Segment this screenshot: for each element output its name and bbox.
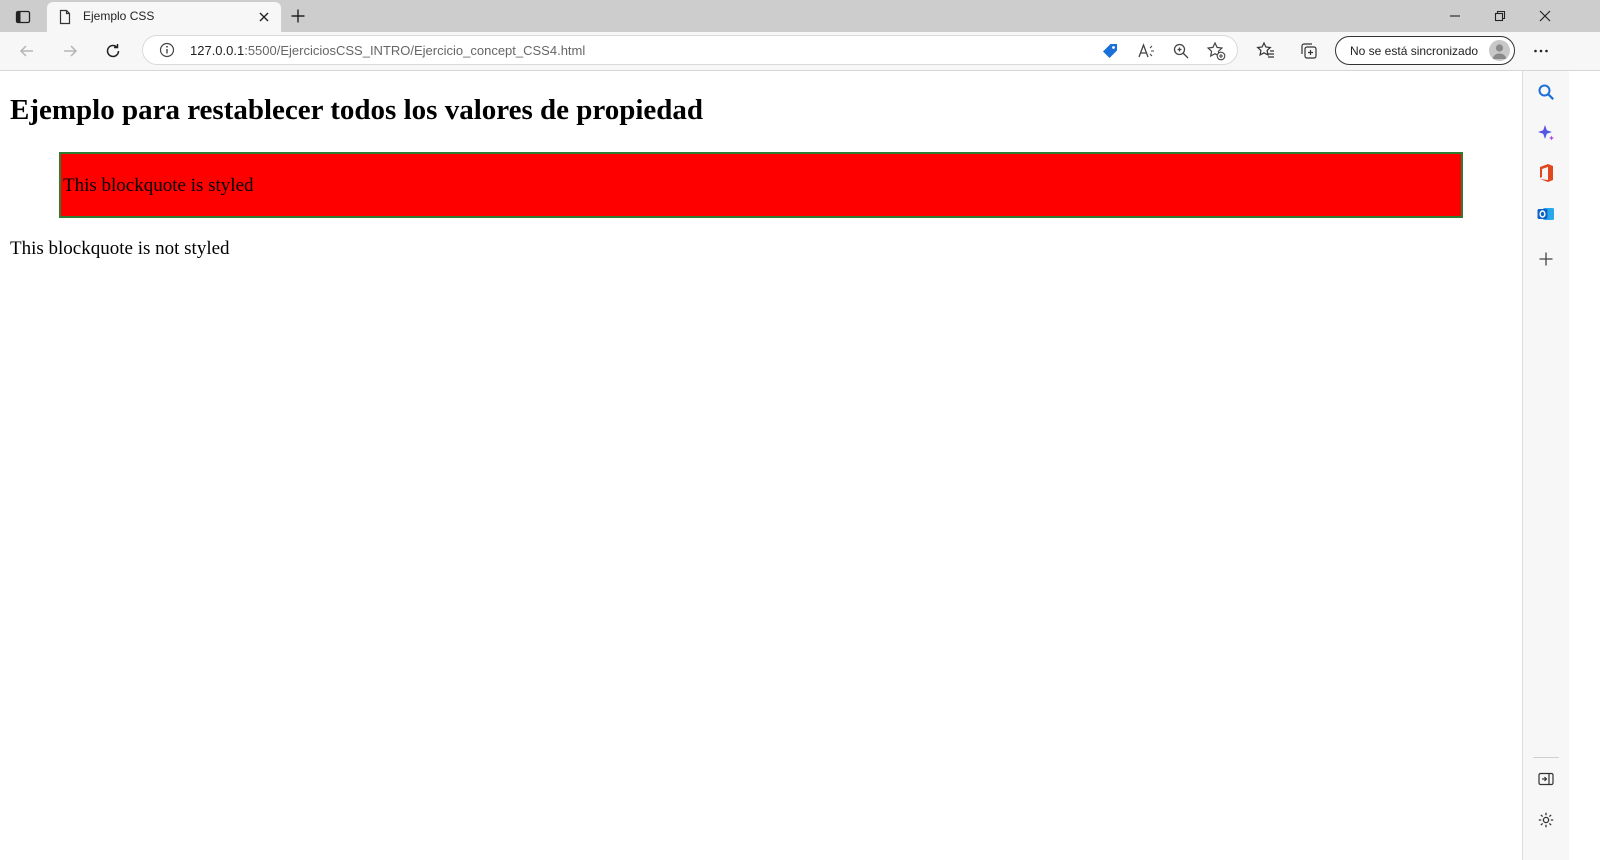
site-info-icon[interactable] (159, 42, 175, 58)
close-tab-icon[interactable] (255, 8, 273, 26)
add-icon[interactable] (1534, 247, 1558, 271)
sidebar-divider (1533, 757, 1559, 758)
title-bar: Ejemplo CSS (0, 0, 1600, 32)
tab-actions-icon[interactable] (10, 6, 36, 28)
minimize-icon[interactable] (1432, 0, 1478, 32)
outlook-icon[interactable] (1534, 202, 1558, 226)
styled-blockquote-text: This blockquote is styled (63, 175, 254, 196)
new-tab-icon[interactable] (287, 5, 309, 27)
search-icon[interactable] (1534, 80, 1558, 104)
url-host: 127.0.0.1 (190, 43, 245, 58)
forward-icon[interactable] (56, 37, 84, 65)
sync-profile-button[interactable]: No se está sincronizado (1335, 36, 1515, 65)
close-window-icon[interactable] (1522, 0, 1568, 32)
hide-sidebar-icon[interactable] (1534, 767, 1558, 791)
browser-tab[interactable]: Ejemplo CSS (47, 2, 281, 32)
back-icon[interactable] (13, 37, 41, 65)
page-content: Ejemplo para restablecer todos los valor… (0, 71, 1522, 860)
page-icon (57, 9, 73, 25)
more-icon[interactable] (1527, 37, 1555, 65)
avatar (1489, 40, 1510, 61)
url-text: 127.0.0.1:5500/EjerciciosCSS_INTRO/Ejerc… (190, 43, 585, 58)
office-icon[interactable] (1534, 161, 1558, 185)
styled-blockquote: This blockquote is styled (59, 152, 1463, 218)
settings-icon[interactable] (1534, 808, 1558, 832)
sync-label: No se está sincronizado (1350, 44, 1479, 58)
favorites-icon[interactable] (1252, 37, 1280, 65)
tab-title: Ejemplo CSS (83, 9, 155, 23)
copilot-icon[interactable] (1534, 121, 1558, 145)
plain-blockquote-text: This blockquote is not styled (10, 238, 230, 259)
read-aloud-icon[interactable] (1135, 40, 1157, 62)
edge-sidebar (1522, 71, 1569, 860)
address-bar[interactable]: 127.0.0.1:5500/EjerciciosCSS_INTRO/Ejerc… (142, 35, 1238, 65)
add-favorite-icon[interactable] (1205, 40, 1227, 62)
url-path: :5500/EjerciciosCSS_INTRO/Ejercicio_conc… (244, 43, 586, 58)
shopping-tag-icon[interactable] (1099, 40, 1121, 62)
collections-icon[interactable] (1295, 37, 1323, 65)
restore-icon[interactable] (1477, 0, 1523, 32)
zoom-icon[interactable] (1170, 40, 1192, 62)
refresh-icon[interactable] (99, 37, 127, 65)
browser-toolbar: 127.0.0.1:5500/EjerciciosCSS_INTRO/Ejerc… (0, 32, 1600, 71)
page-heading: Ejemplo para restablecer todos los valor… (10, 94, 704, 126)
